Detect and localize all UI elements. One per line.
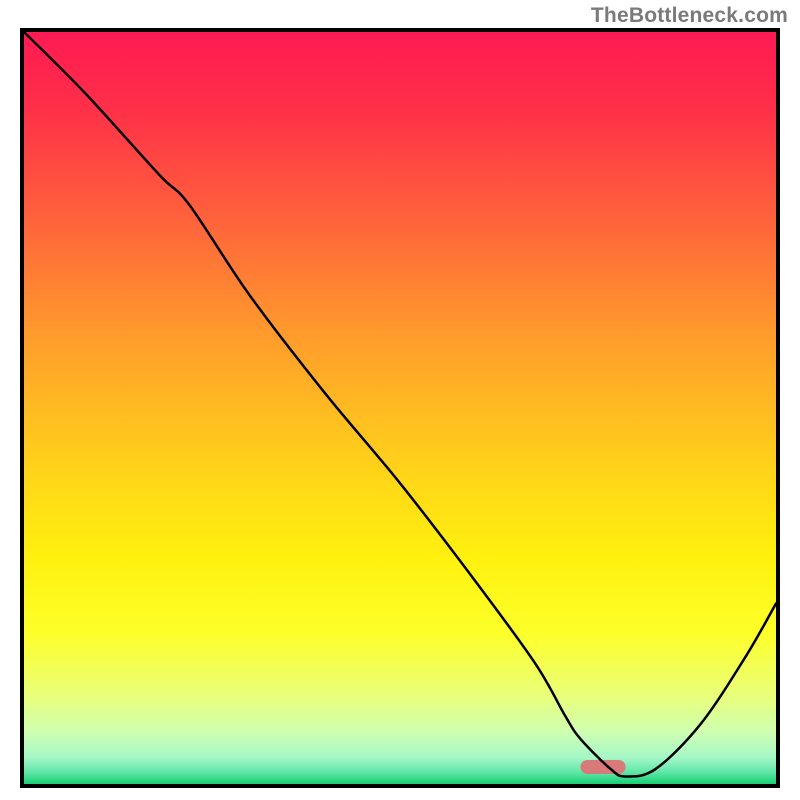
chart-canvas	[24, 32, 776, 784]
chart-background-gradient	[24, 32, 776, 784]
watermark-text: TheBottleneck.com	[591, 4, 788, 28]
chart-frame	[20, 28, 780, 788]
